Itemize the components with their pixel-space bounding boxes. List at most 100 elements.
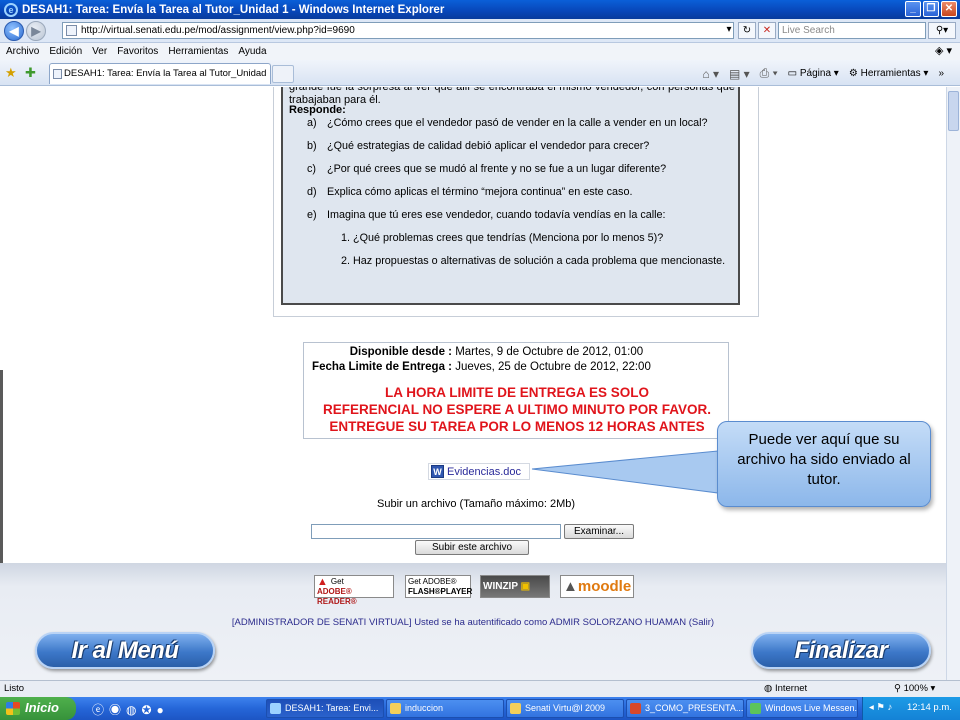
question-c: c) ¿Por qué crees que se mudó al frente y… [307,163,667,175]
login-info: [ADMINISTRADOR DE SENATI VIRTUAL] Usted … [231,617,715,628]
zoom-level[interactable]: ⚲ 100% ▾ [894,683,935,694]
adobe-flash-badge[interactable]: Get ADOBE® FLASH®PLAYER [405,575,472,598]
file-path-input[interactable] [311,524,561,539]
subquestion-2: 2. Haz propuestas o alternativas de solu… [341,255,726,267]
command-bar: ⌂ ▾ ▤ ▾ ⎙ ▾ ▭ Página ▾ ⚙ Herramientas ▾ … [702,66,944,81]
forward-button[interactable]: ▶ [26,21,46,41]
question-b: b) ¿Qué estrategias de calidad debió apli… [307,140,650,152]
question-d: d) Explica cómo aplicas el término “mejor… [307,186,633,198]
search-input[interactable]: Live Search [778,22,926,39]
dates-box: Disponible desde : Martes, 9 de Octubre … [303,342,729,439]
scrollbar-thumb[interactable] [948,91,959,131]
available-row: Disponible desde : Martes, 9 de Octubre … [308,346,643,358]
add-favorites-icon[interactable]: ✚ [25,65,36,81]
submitted-file-link[interactable]: W Evidencias.doc [428,463,530,480]
folder-icon [510,703,521,714]
maximize-button[interactable]: ❐ [923,1,939,17]
menu-herramientas[interactable]: Herramientas [168,46,228,57]
url-text: http://virtual.senati.edu.pe/mod/assignm… [81,25,355,36]
browse-button[interactable]: Examinar... [564,524,634,539]
moodle-hat-icon: ▲ [563,578,578,595]
annotation-callout: Puede ver aquí que su archivo ha sido en… [717,421,931,507]
page-icon-small: ▭ [787,68,800,79]
question-a: a) ¿Cómo crees que el vendedor pasó de ve… [307,117,708,129]
page-icon [66,25,77,36]
status-text: Listo [4,683,25,694]
taskbar: Inicio ⓔ◉◍✪● DESAH1: Tarea: Envi... indu… [0,697,960,720]
window-title: DESAH1: Tarea: Envía la Tarea al Tutor_U… [22,3,445,16]
ie-logo-icon: e [4,2,18,17]
available-label: Disponible desde : [349,346,452,358]
url-dropdown-icon[interactable]: ▾ [722,22,736,39]
page-content: grande fue la sorpresa al ver que allí s… [0,87,946,680]
callout-pointer [531,450,719,494]
assignment-intro: grande fue la sorpresa al ver que allí s… [289,87,735,106]
page-menu[interactable]: ▭ Página ▾ [788,68,839,79]
due-label: Fecha Limite de Entrega : [312,361,452,373]
menu-nav-button[interactable]: Ir al Menú [35,632,215,669]
tab-page-icon [53,69,62,79]
taskbar-item-messenger[interactable]: Windows Live Messen... [746,699,858,718]
vertical-scrollbar[interactable] [946,87,960,680]
subquestion-1: 1. ¿Qué problemas crees que tendrías (Me… [341,232,664,244]
start-button[interactable]: Inicio [0,697,76,720]
powerpoint-icon [630,703,641,714]
new-tab-button[interactable] [272,65,294,83]
ie-icon [270,703,281,714]
folder-icon [390,703,401,714]
feeds-icon[interactable]: ▤ ▾ [729,67,750,81]
menu-bar: Archivo Edición Ver Favoritos Herramient… [0,43,960,60]
moodle-badge[interactable]: ▲moodle [560,575,634,598]
windows-live-icon[interactable]: ◈ ▾ [935,44,952,57]
winzip-icon: ▣ [520,581,531,592]
print-icon[interactable]: ⎙ ▾ [760,66,778,81]
taskbar-item-senati[interactable]: Senati Virtu@l 2009 [506,699,624,718]
taskbar-item-powerpoint[interactable]: 3_COMO_PRESENTA... [626,699,744,718]
tab-active[interactable]: DESAH1: Tarea: Envía la Tarea al Tutor_U… [49,63,271,99]
search-icon[interactable]: ⚲▾ [928,22,956,39]
favorites-star-icon[interactable]: ★ [5,65,17,81]
url-input[interactable]: http://virtual.senati.edu.pe/mod/assignm… [62,22,734,39]
menu-edicion[interactable]: Edición [49,46,82,57]
winzip-badge[interactable]: WINZIP ▣ [480,575,550,598]
address-bar: ◀ ▶ http://virtual.senati.edu.pe/mod/ass… [0,19,960,43]
responde-label: Responde: [289,104,346,116]
deadline-warning: LA HORA LIMITE DE ENTREGA ES SOLO REFERE… [322,385,712,434]
internet-zone: ◍ Internet [764,683,808,694]
home-icon[interactable]: ⌂ ▾ [702,67,719,81]
globe-icon: ◍ [764,683,775,694]
adobe-reader-icon: ▲ [317,576,328,588]
question-e: e) Imagina que tú eres ese vendedor, cuan… [307,209,666,221]
taskbar-item-induccion[interactable]: induccion [386,699,504,718]
windows-flag-icon [6,702,20,715]
clock: 12:14 p.m. [907,702,952,713]
menu-ver[interactable]: Ver [92,46,107,57]
menu-favoritos[interactable]: Favoritos [117,46,158,57]
submitted-file-name: Evidencias.doc [447,465,521,478]
upload-submit-button[interactable]: Subir este archivo [415,540,529,555]
stop-icon[interactable]: ✕ [758,22,776,39]
available-value: Martes, 9 de Octubre de 2012, 01:00 [455,346,644,358]
menu-archivo[interactable]: Archivo [6,46,39,57]
messenger-icon [750,703,761,714]
status-bar: Listo ◍ Internet ⚲ 100% ▾ [0,680,960,697]
taskbar-item-ie[interactable]: DESAH1: Tarea: Envi... [266,699,384,718]
minimize-button[interactable]: _ [905,1,921,17]
quicklaunch-icons[interactable]: ⓔ◉◍✪● [92,701,169,718]
window-controls: _ ❐ ✕ [905,1,957,17]
back-button[interactable]: ◀ [4,21,24,41]
adobe-reader-badge[interactable]: ▲ Get ADOBE® READER® [314,575,394,606]
chevron-more-icon[interactable]: » [938,68,944,79]
menu-ayuda[interactable]: Ayuda [238,46,266,57]
due-row: Fecha Limite de Entrega : Jueves, 25 de … [308,361,651,373]
refresh-icon[interactable]: ↻ [738,22,756,39]
word-document-icon: W [431,465,444,478]
gear-icon: ⚙ [848,68,861,79]
tools-menu[interactable]: ⚙ Herramientas ▾ [849,68,929,79]
system-tray: ◂ ⚑ ♪ 12:14 p.m. [862,697,960,720]
close-button[interactable]: ✕ [941,1,957,17]
window-title-bar: e DESAH1: Tarea: Envía la Tarea al Tutor… [0,0,960,19]
tray-icons[interactable]: ◂ ⚑ ♪ [869,697,892,719]
finish-nav-button[interactable]: Finalizar [751,632,931,669]
zoom-icon: ⚲ [894,683,904,694]
